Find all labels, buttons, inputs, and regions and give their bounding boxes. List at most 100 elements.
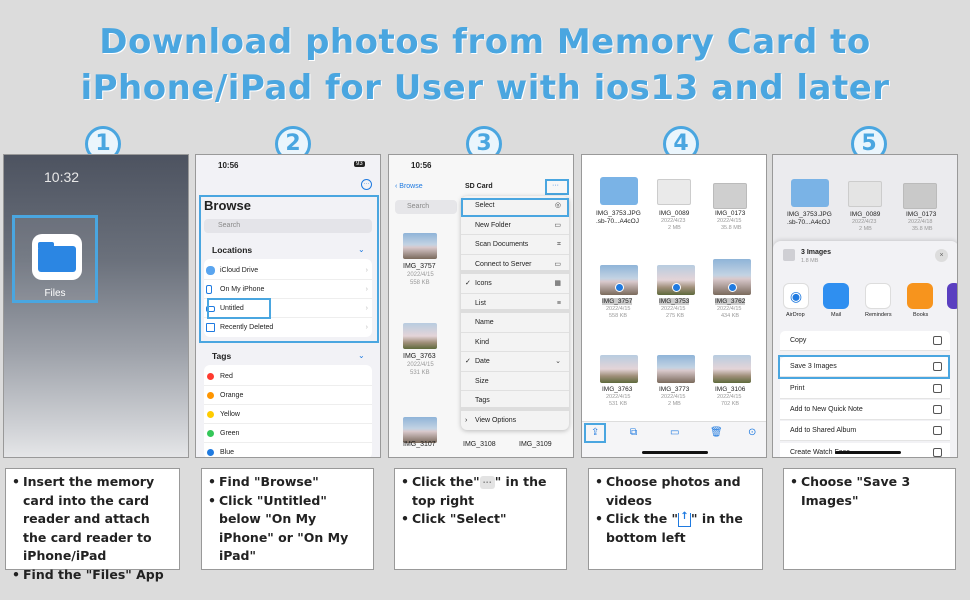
airdrop-icon[interactable]: ◉	[783, 283, 809, 309]
search-field[interactable]: Search	[395, 200, 457, 214]
back-button[interactable]: ‹ Browse	[395, 183, 423, 190]
browse-title: Browse	[204, 198, 251, 213]
status-time: 10:32	[44, 169, 80, 185]
instructions-step-5: Choose "Save 3 Images"	[783, 468, 956, 570]
photo-thumbnail[interactable]	[713, 183, 747, 209]
phone-icon	[206, 285, 212, 294]
file-name: IMG_3757	[403, 263, 436, 270]
photo-thumbnail[interactable]	[713, 355, 751, 383]
instruction-item: Choose "Save 3 Images"	[790, 473, 949, 510]
menu-list[interactable]: List ≡	[461, 294, 569, 313]
folder-icon	[791, 179, 829, 207]
duplicate-icon[interactable]: ⧉	[630, 427, 637, 438]
untitled-highlight	[207, 298, 271, 319]
photo-thumbnail	[848, 181, 882, 207]
heading-line-1: Download photos from Memory Card to	[99, 22, 871, 62]
cloud-icon	[206, 266, 215, 275]
close-icon[interactable]: ×	[935, 249, 948, 262]
photo-thumbnail-selected[interactable]	[657, 265, 695, 295]
instructions-step-2: Find "Browse" Click "Untitled" below "On…	[201, 468, 374, 570]
location-icloud[interactable]: iCloud Drive ›	[204, 261, 372, 280]
action-copy[interactable]: Copy	[780, 331, 950, 351]
instruction-item: Find the "Files" App	[12, 566, 173, 585]
share-icon: ↑	[678, 511, 692, 527]
instruction-item: Choose photos and videos	[595, 473, 756, 510]
more-apps-icon[interactable]	[947, 283, 957, 309]
file-name: IMG_3108	[463, 441, 496, 448]
panel-browse: 10:56 93 ··· Browse Search Locations ⌄ i…	[195, 154, 381, 458]
menu-tags[interactable]: Tags	[461, 391, 569, 411]
instructions-step-3: Click the"···" in the top right Click "S…	[394, 468, 567, 570]
locations-header: Locations	[212, 245, 253, 255]
search-field[interactable]: Search	[204, 219, 372, 233]
location-on-my-iphone[interactable]: On My iPhone ›	[204, 280, 372, 299]
more-icon: ···	[479, 476, 495, 489]
instruction-item: Click "Untitled" below "On My iPhone" or…	[208, 492, 367, 566]
chevron-down-icon[interactable]: ⌄	[358, 245, 365, 254]
file-name: IMG_3763	[403, 353, 436, 360]
action-print[interactable]: Print	[780, 379, 950, 399]
share-icon[interactable]: ⇪	[591, 427, 599, 438]
menu-kind[interactable]: Kind	[461, 333, 569, 352]
menu-date[interactable]: ✓ Date ⌄	[461, 352, 569, 372]
photo-thumbnail[interactable]	[657, 179, 691, 205]
action-shared-album[interactable]: Add to Shared Album	[780, 421, 950, 441]
menu-name[interactable]: Name	[461, 313, 569, 333]
instruction-item: Click the "↑" in the bottom left	[595, 510, 756, 547]
photo-thumbnail	[903, 183, 937, 209]
files-preview-icon	[783, 249, 795, 261]
heading-line-2: iPhone/iPad for User with ios13 and late…	[80, 68, 890, 108]
trash-icon	[206, 323, 215, 332]
photo-thumbnail[interactable]	[657, 355, 695, 383]
photo-thumbnail[interactable]	[600, 355, 638, 383]
menu-scan-documents[interactable]: Scan Documents ⌗	[461, 235, 569, 255]
more-icon[interactable]: ⊙	[748, 427, 756, 438]
photo-thumbnail[interactable]	[403, 323, 437, 349]
files-app-label: Files	[44, 288, 66, 299]
more-icon[interactable]: ···	[361, 179, 372, 190]
sheet-size: 1.8 MB	[801, 258, 819, 264]
files-app-icon[interactable]	[32, 234, 82, 280]
menu-connect-to-server[interactable]: Connect to Server ▭	[461, 255, 569, 274]
photo-thumbnail[interactable]	[403, 233, 437, 259]
menu-new-folder[interactable]: New Folder ▭	[461, 216, 569, 235]
panel-sd-card: 10:56 ‹ Browse SD Card ··· Search IMG_37…	[388, 154, 574, 458]
photo-thumbnail[interactable]	[403, 417, 437, 443]
photo-thumbnail-selected[interactable]	[600, 265, 638, 295]
panel-select-photos: IMG_3753.JPG .sb-70...A4cOJ IMG_0089 202…	[581, 154, 767, 458]
tag-yellow[interactable]: Yellow	[204, 405, 372, 424]
menu-view-options[interactable]: › View Options	[461, 411, 569, 431]
menu-icons[interactable]: ✓ Icons ▦	[461, 274, 569, 294]
reminders-icon[interactable]	[865, 283, 891, 309]
trash-icon[interactable]: 🗑	[710, 427, 723, 438]
context-menu: Select ◎ New Folder ▭ Scan Documents ⌗ Conn…	[461, 196, 569, 430]
instruction-item: Click the"···" in the top right	[401, 473, 560, 510]
more-icon[interactable]: ···	[552, 182, 559, 189]
chevron-down-icon[interactable]: ⌄	[358, 351, 365, 360]
instruction-item: Click "Select"	[401, 510, 560, 529]
tags-header: Tags	[212, 351, 232, 361]
file-name: IMG_3109	[519, 441, 552, 448]
panel-share-sheet: IMG_3753.JPG .sb-70...A4cOJ IMG_0089 202…	[772, 154, 958, 458]
file-name: IMG_3107	[403, 441, 436, 448]
menu-size[interactable]: Size	[461, 372, 569, 391]
status-time: 10:56	[218, 161, 239, 170]
instruction-item: Find "Browse"	[208, 473, 367, 492]
books-icon[interactable]	[907, 283, 933, 309]
status-time: 10:56	[411, 161, 432, 170]
folder-icon[interactable]	[600, 177, 638, 205]
photo-thumbnail-selected[interactable]	[713, 259, 751, 295]
action-quick-note[interactable]: Add to New Quick Note	[780, 400, 950, 420]
tag-orange[interactable]: Orange	[204, 386, 372, 405]
tag-green[interactable]: Green	[204, 424, 372, 443]
instruction-item: Insert the memory card into the card rea…	[12, 473, 173, 566]
location-recently-deleted[interactable]: Recently Deleted ›	[204, 318, 372, 337]
instructions-step-1: Insert the memory card into the card rea…	[5, 468, 180, 584]
select-highlight	[461, 198, 569, 217]
folder-icon[interactable]: ▭	[670, 427, 679, 438]
tag-blue[interactable]: Blue	[204, 443, 372, 457]
mail-icon[interactable]	[823, 283, 849, 309]
sheet-title: 3 Images	[801, 249, 831, 256]
files-app-highlight[interactable]: Files	[12, 215, 98, 303]
tag-red[interactable]: Red	[204, 367, 372, 386]
